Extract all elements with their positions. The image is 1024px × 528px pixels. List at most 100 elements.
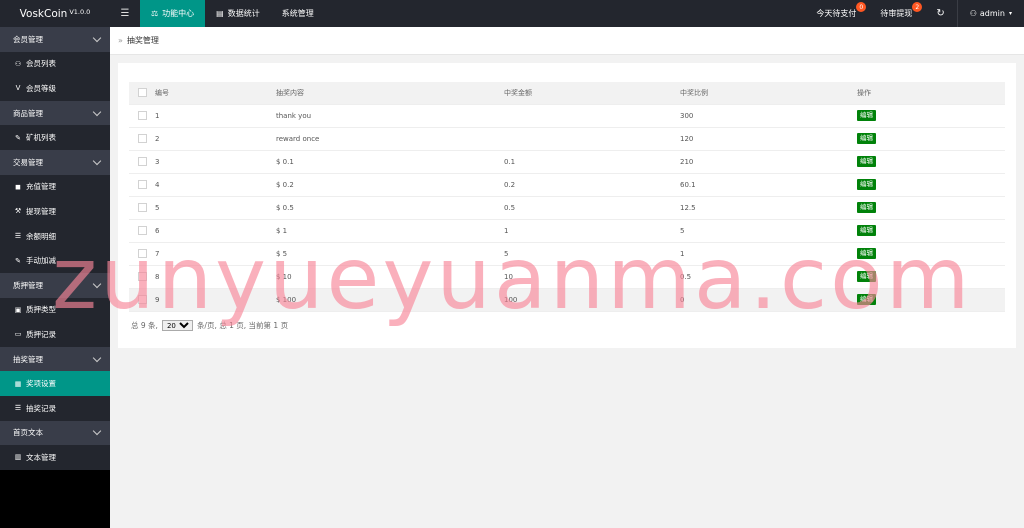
sidebar-item-withdraw[interactable]: ⚒ 提现管理 bbox=[0, 199, 110, 224]
row-select-cell bbox=[129, 196, 155, 220]
sidebar-item-miner-list[interactable]: ✎ 矿机列表 bbox=[0, 125, 110, 150]
chevron-down-icon: ▾ bbox=[1008, 10, 1012, 17]
pending-withdraw-link[interactable]: 待审提现 2 bbox=[868, 0, 924, 27]
cell-content: thank you bbox=[276, 104, 504, 128]
cell-actions: 编辑 bbox=[857, 265, 1005, 289]
nav-function-center[interactable]: ⚖ 功能中心 bbox=[140, 0, 206, 27]
cell-id: 3 bbox=[155, 150, 276, 174]
sidebar-group-staking[interactable]: 质押管理 bbox=[0, 272, 110, 298]
hammer-icon: ⚒ bbox=[14, 207, 22, 216]
edit-button[interactable]: 编辑 bbox=[857, 271, 876, 282]
vip-icon: V bbox=[15, 84, 21, 93]
cell-actions: 编辑 bbox=[857, 127, 1005, 151]
sidebar-item-staking-records[interactable]: ▭ 质押记录 bbox=[0, 322, 110, 347]
sidebar-item-lottery-records[interactable]: ☰ 抽奖记录 bbox=[0, 395, 110, 421]
cell-id: 1 bbox=[155, 104, 276, 128]
row-checkbox[interactable] bbox=[138, 180, 147, 189]
edit-button[interactable]: 编辑 bbox=[857, 156, 876, 167]
sidebar-item-prize-settings[interactable]: ▦ 奖项设置 bbox=[0, 371, 110, 396]
edit-button[interactable]: 编辑 bbox=[857, 202, 876, 213]
sidebar-item-member-list[interactable]: ⚇ 会员列表 bbox=[0, 51, 110, 77]
sidebar-item-manual-adjust[interactable]: ✎ 手动加减 bbox=[0, 248, 110, 273]
row-checkbox[interactable] bbox=[138, 272, 147, 281]
row-checkbox[interactable] bbox=[138, 249, 147, 258]
cell-amount bbox=[504, 104, 680, 128]
pending-withdraw-badge: 2 bbox=[912, 2, 923, 12]
cell-ratio: 0 bbox=[680, 288, 857, 312]
cell-amount: 5 bbox=[504, 242, 680, 266]
cell-amount: 1 bbox=[504, 219, 680, 243]
cell-ratio: 60.1 bbox=[680, 173, 857, 197]
app-logo[interactable]: VoskCoin V1.0.0 bbox=[0, 0, 110, 27]
cell-actions: 编辑 bbox=[857, 242, 1005, 266]
cell-amount bbox=[504, 127, 680, 151]
sidebar-group-trades[interactable]: 交易管理 bbox=[0, 149, 110, 175]
page-title: 抽奖管理 bbox=[126, 36, 159, 45]
cell-id: 2 bbox=[155, 127, 276, 151]
cell-id: 5 bbox=[155, 196, 276, 220]
edit-button[interactable]: 编辑 bbox=[857, 248, 876, 259]
nav-data-stats[interactable]: ▤ 数据统计 bbox=[205, 0, 271, 27]
row-checkbox[interactable] bbox=[138, 295, 147, 304]
cell-id: 4 bbox=[155, 173, 276, 197]
sidebar-item-text-manage[interactable]: ▥ 文本管理 bbox=[0, 445, 110, 470]
row-checkbox[interactable] bbox=[138, 111, 147, 120]
sidebar-item-member-level[interactable]: V 会员等级 bbox=[0, 76, 110, 101]
per-page-select[interactable]: 20 bbox=[161, 320, 193, 331]
cell-ratio: 0.5 bbox=[680, 265, 857, 289]
row-select-cell bbox=[129, 173, 155, 197]
user-menu[interactable]: ⚇ admin ▾ bbox=[958, 0, 1024, 27]
row-checkbox[interactable] bbox=[138, 203, 147, 212]
menu-toggle-icon[interactable]: ☰ bbox=[118, 0, 132, 27]
row-checkbox[interactable] bbox=[138, 134, 147, 143]
chevron-down-icon bbox=[92, 427, 102, 436]
col-actions: 操作 bbox=[857, 82, 1005, 105]
cell-content: $ 5 bbox=[276, 242, 504, 266]
list-icon: ☰ bbox=[14, 232, 22, 241]
pending-pay-link[interactable]: 今天待支付 0 bbox=[804, 0, 868, 27]
cell-ratio: 300 bbox=[680, 104, 857, 128]
sidebar-item-recharge[interactable]: ◼ 充值管理 bbox=[0, 174, 110, 200]
edit-button[interactable]: 编辑 bbox=[857, 225, 876, 236]
edit-button[interactable]: 编辑 bbox=[857, 294, 876, 305]
edit-button[interactable]: 编辑 bbox=[857, 133, 876, 144]
refresh-icon[interactable]: ↻ bbox=[924, 0, 956, 27]
chevron-down-icon bbox=[92, 353, 102, 362]
doc-icon: ▣ bbox=[14, 305, 22, 314]
edit-button[interactable]: 编辑 bbox=[857, 110, 876, 121]
table-row: 4 $ 0.2 0.2 60.1 编辑 bbox=[129, 173, 1005, 197]
pagination-total: 总 9 条, bbox=[131, 321, 158, 330]
top-header: VoskCoin V1.0.0 ☰ ⚖ 功能中心 ▤ 数据统计 系统管理 今天待支付 0… bbox=[0, 0, 1024, 27]
sidebar-group-products[interactable]: 商品管理 bbox=[0, 100, 110, 126]
chevron-down-icon bbox=[92, 33, 102, 43]
cell-actions: 编辑 bbox=[857, 150, 1005, 174]
row-select-cell bbox=[129, 104, 155, 128]
pagination: 总 9 条, 20 条/页, 总 1 页, 当前第 1 页 bbox=[131, 320, 288, 331]
row-select-cell bbox=[129, 265, 155, 289]
breadcrumb: » 抽奖管理 bbox=[110, 27, 1024, 55]
row-checkbox[interactable] bbox=[138, 226, 147, 235]
sidebar-item-balance[interactable]: ☰ 余额明细 bbox=[0, 223, 110, 249]
sidebar-group-home-text[interactable]: 首页文本 bbox=[0, 420, 110, 446]
prize-table: 编号 抽奖内容 中奖金额 中奖比例 操作 1 thank you 300 编辑 2 rew… bbox=[129, 82, 1005, 312]
top-nav: ⚖ 功能中心 ▤ 数据统计 系统管理 bbox=[140, 0, 325, 27]
select-all-checkbox[interactable] bbox=[138, 88, 147, 98]
sidebar-item-staking-type[interactable]: ▣ 质押类型 bbox=[0, 297, 110, 323]
database-icon: ▤ bbox=[216, 9, 224, 18]
cell-ratio: 12.5 bbox=[680, 196, 857, 220]
col-amount: 中奖金额 bbox=[504, 82, 680, 105]
nav-system-manage[interactable]: 系统管理 bbox=[271, 0, 325, 27]
user-icon: ⚇ bbox=[14, 59, 22, 68]
cell-content: $ 0.2 bbox=[276, 173, 504, 197]
cell-actions: 编辑 bbox=[857, 219, 1005, 243]
cell-amount: 0.1 bbox=[504, 150, 680, 174]
sidebar-group-lottery[interactable]: 抽奖管理 bbox=[0, 346, 110, 372]
edit-button[interactable]: 编辑 bbox=[857, 179, 876, 190]
col-content: 抽奖内容 bbox=[276, 82, 504, 105]
sidebar: 会员管理 ⚇ 会员列表 V 会员等级 商品管理 ✎ 矿机列表 交易管理 ◼ 充值管理 ⚒… bbox=[0, 27, 110, 528]
cell-id: 9 bbox=[155, 288, 276, 312]
cell-ratio: 5 bbox=[680, 219, 857, 243]
row-checkbox[interactable] bbox=[138, 157, 147, 166]
sidebar-group-members[interactable]: 会员管理 bbox=[0, 27, 110, 52]
cell-amount: 100 bbox=[504, 288, 680, 312]
